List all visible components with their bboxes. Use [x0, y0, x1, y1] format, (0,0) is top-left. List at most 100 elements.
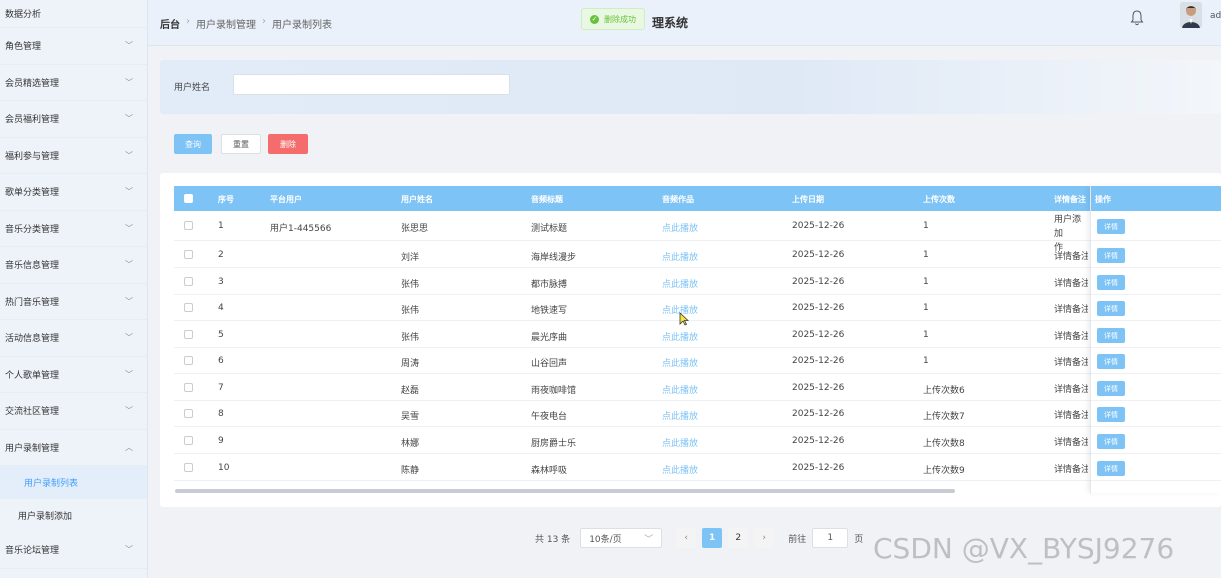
cell-detail-note: 详情备注	[1054, 465, 1088, 475]
sidebar-subitem-record-add[interactable]: 用户录制添加	[0, 499, 147, 532]
play-audio-link[interactable]: 点此播放	[662, 463, 698, 476]
table-row: 10 陈静 森林呼吸 点此播放 2025-12-26 上传次数9 详情备注 详情	[174, 454, 1221, 481]
sidebar-subitem-record-list[interactable]: 用户录制列表	[0, 466, 147, 499]
cell-upload-count: 1	[923, 303, 929, 313]
goto-page-input[interactable]: 1	[812, 528, 849, 548]
breadcrumb-separator-icon: ›	[262, 16, 266, 27]
avatar[interactable]	[1180, 2, 1202, 28]
check-circle-icon: ✓	[590, 14, 599, 24]
chevron-down-icon: ﹀	[125, 223, 133, 233]
cell-audio-title: 都市脉搏	[531, 280, 568, 290]
page-size-select[interactable]: 10条/页 ﹀	[580, 528, 663, 548]
sidebar-item[interactable]: 会员福利管理 ﹀	[0, 101, 147, 138]
table-row: 3 张伟 都市脉搏 点此播放 2025-12-26 1 详情备注 详情	[174, 268, 1221, 295]
play-audio-link[interactable]: 点此播放	[662, 383, 698, 396]
table-row: 5 张伟 晨光序曲 点此播放 2025-12-26 1 详情备注 详情	[174, 321, 1221, 348]
top-header: 后台 › 用户录制管理 › 用户录制列表 ✓ 删除成功 理系统 ad	[148, 0, 1221, 46]
play-audio-link[interactable]: 点此播放	[662, 221, 698, 234]
page-button-1[interactable]: 1	[702, 528, 723, 548]
cell-platform-user: 用户1-445566	[270, 224, 332, 234]
row-checkbox[interactable]	[184, 409, 193, 418]
play-audio-link[interactable]: 点此播放	[662, 356, 698, 369]
play-audio-link[interactable]: 点此播放	[662, 436, 698, 449]
row-checkbox[interactable]	[184, 356, 193, 365]
pagination-total: 共 13 条	[535, 534, 571, 545]
sidebar-item-label: 交流社区管理	[5, 407, 60, 418]
query-button[interactable]: 查询	[174, 134, 212, 154]
row-checkbox[interactable]	[184, 383, 193, 392]
sidebar-item[interactable]: 角色管理 ﹀	[0, 28, 147, 65]
sidebar-item-label: 音乐论坛管理	[5, 546, 60, 557]
page-button-2[interactable]: 2	[728, 528, 749, 548]
row-checkbox[interactable]	[184, 463, 193, 472]
play-audio-link[interactable]: 点此播放	[662, 330, 698, 343]
breadcrumb-item[interactable]: 用户录制管理	[196, 16, 256, 31]
cell-upload-date: 2025-12-26	[792, 277, 845, 287]
mouse-cursor-icon	[679, 312, 689, 326]
column-header: 上传次数	[923, 195, 955, 204]
table-row: 4 张伟 地铁速写 点此播放 2025-12-26 1 详情备注 详情	[174, 295, 1221, 321]
row-checkbox[interactable]	[184, 436, 193, 445]
sidebar-item-label: 会员精选管理	[5, 78, 60, 89]
table-row: 2 刘洋 海岸线漫步 点此播放 2025-12-26 1 详情备注 详情	[174, 241, 1221, 268]
page-unit-label: 页	[854, 534, 864, 545]
search-label: 用户姓名	[174, 83, 211, 93]
delete-button[interactable]: 删除	[268, 134, 308, 154]
row-checkbox[interactable]	[184, 277, 193, 286]
cell-index: 8	[218, 409, 224, 419]
row-checkbox[interactable]	[184, 250, 193, 259]
app-root: 数据分析 角色管理 ﹀ 会员精选管理 ﹀ 会员福利管理 ﹀ 福利参与管理 ﹀ 歌单分类管理 ﹀ 音乐…	[0, 0, 1221, 578]
sidebar-item-label: 活动信息管理	[5, 334, 60, 345]
cell-detail-note: 详情备注	[1054, 332, 1088, 342]
chevron-down-icon: ﹀	[125, 545, 133, 555]
column-header: 平台用户	[270, 195, 302, 204]
cell-audio-title: 山谷回声	[531, 359, 568, 369]
cell-detail-note: 详情备注	[1054, 385, 1088, 395]
reset-button[interactable]: 重置	[221, 134, 261, 154]
row-checkbox[interactable]	[184, 303, 193, 312]
cell-detail-note: 详情备注	[1054, 358, 1088, 368]
cell-detail-note: 详情备注	[1054, 305, 1088, 315]
table-row: 1 用户1-445566 张思思 测试标题 点此播放 2025-12-26 1 用户添加 作详…	[174, 211, 1221, 253]
row-checkbox[interactable]	[184, 330, 193, 339]
sidebar-item-label: 角色管理	[5, 42, 42, 53]
cell-user-name: 吴雪	[401, 412, 420, 422]
chevron-down-icon: ﹀	[644, 534, 654, 545]
play-audio-link[interactable]: 点此播放	[662, 277, 698, 290]
cell-index: 9	[218, 436, 224, 446]
play-audio-link[interactable]: 点此播放	[662, 409, 698, 422]
sidebar-item[interactable]: 个人歌单管理 ﹀	[0, 357, 147, 393]
cell-upload-count: 1	[923, 221, 929, 231]
cell-upload-date: 2025-12-26	[792, 463, 845, 473]
sidebar-item[interactable]: 热门音乐管理 ﹀	[0, 284, 147, 320]
sidebar-item[interactable]: 用户录制管理 ︿	[0, 430, 147, 466]
column-header: 上传日期	[792, 195, 824, 204]
page-size-value: 10条/页	[589, 534, 622, 545]
cell-upload-count: 1	[923, 356, 929, 366]
row-checkbox[interactable]	[184, 221, 193, 230]
prev-page-button[interactable]: ‹	[676, 528, 697, 548]
cell-upload-count: 上传次数8	[923, 439, 965, 449]
sidebar-item[interactable]: 音乐分类管理 ﹀	[0, 211, 147, 247]
sidebar-item[interactable]: 交流社区管理 ﹀	[0, 393, 147, 430]
user-name-search-input[interactable]	[233, 74, 510, 95]
select-all-checkbox[interactable]	[184, 194, 193, 203]
sidebar-item[interactable]: 音乐信息管理 ﹀	[0, 247, 147, 284]
sidebar-item-forum[interactable]: 音乐论坛管理 ﹀	[0, 532, 147, 569]
next-page-button[interactable]: ›	[754, 528, 775, 548]
chevron-down-icon: ﹀	[125, 77, 133, 87]
horizontal-scrollbar[interactable]	[175, 489, 955, 493]
sidebar-item[interactable]: 歌单分类管理 ﹀	[0, 174, 147, 211]
cell-upload-date: 2025-12-26	[792, 221, 845, 231]
sidebar-item[interactable]: 活动信息管理 ﹀	[0, 320, 147, 357]
sidebar-item-data-analysis[interactable]: 数据分析	[0, 0, 147, 28]
username[interactable]: ad	[1210, 11, 1221, 21]
bell-icon[interactable]	[1130, 10, 1144, 26]
sidebar-item[interactable]: 会员精选管理 ﹀	[0, 65, 147, 101]
breadcrumb-home[interactable]: 后台	[160, 16, 180, 31]
sidebar-item[interactable]: 福利参与管理 ﹀	[0, 138, 147, 174]
breadcrumb: 后台 › 用户录制管理 › 用户录制列表	[160, 16, 332, 31]
data-table: 序号 平台用户 用户姓名 音频标题 音频作品 上传日期 上传次数 详情备注 操作…	[160, 173, 1221, 507]
play-audio-link[interactable]: 点此播放	[662, 250, 698, 263]
cell-upload-date: 2025-12-26	[792, 250, 845, 260]
